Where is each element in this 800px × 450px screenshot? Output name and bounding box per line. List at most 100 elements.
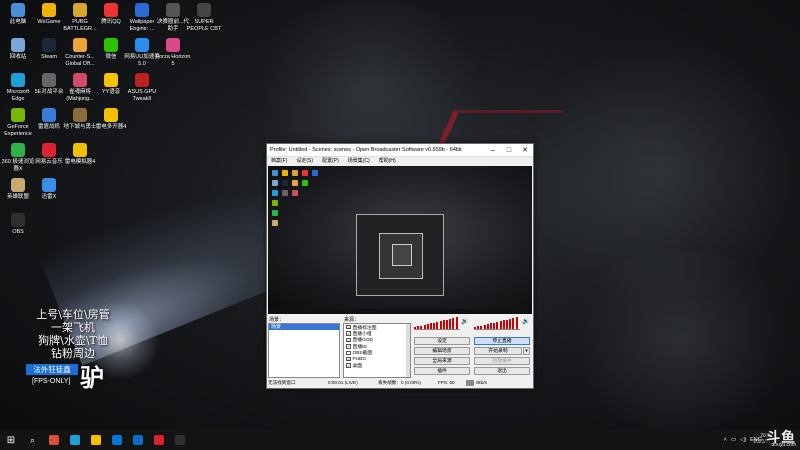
taskbar-app[interactable]	[64, 430, 85, 450]
start-button[interactable]: ⊞	[0, 435, 22, 446]
plugins-button[interactable]: 插件	[414, 367, 470, 375]
360-browser-icon	[11, 143, 25, 157]
yy-voice-icon	[104, 73, 118, 87]
preview-desktop-icon	[282, 170, 288, 176]
wechat-icon	[104, 38, 118, 52]
desktop-shortcut-label: 此电脑	[9, 19, 27, 25]
desktop-volume-slider[interactable]	[414, 329, 460, 330]
desktop-shortcut-label: 地下城与勇士	[63, 124, 97, 130]
obs-window[interactable]: Profile: Untitled - Scenes: scenes - Ope…	[266, 143, 534, 389]
mic-speaker-icon[interactable]: 🔊	[522, 318, 529, 325]
exit-button[interactable]: 退出	[474, 367, 530, 375]
preview-nested-window	[392, 244, 412, 266]
wallpaper-smoke	[560, 250, 800, 430]
source-checkbox[interactable]: ✓	[346, 363, 351, 368]
desktop-shortcut-label: 雷电多开器4	[95, 124, 127, 130]
mahjong-icon	[73, 73, 87, 87]
sources-list[interactable]: ✓ 直播标注图 ✓ 直播小组 ✓ 直播GOD ✓ 直播ID OBS截图 ✓ PUBG ✓ 桌面	[343, 323, 411, 378]
desktop-shortcut[interactable]: 迅雷X	[31, 178, 67, 201]
overlay-glyph: 驴	[80, 365, 104, 392]
desktop-shortcut-label: 雷霆战机	[37, 124, 60, 130]
preview-desktop-icon	[272, 210, 278, 216]
preview-desktop-icon	[272, 200, 278, 206]
meter-segment	[420, 325, 423, 329]
desktop-shortcut-label: YY语音	[101, 89, 121, 95]
source-checkbox[interactable]: ✓	[346, 324, 351, 330]
desktop-shortcut[interactable]: 雷电模拟器4	[62, 143, 98, 166]
network-icon[interactable]: ▭	[731, 437, 736, 443]
qq-icon	[104, 3, 118, 17]
global-sources-button[interactable]: 全局来源	[414, 357, 470, 365]
start-record-button[interactable]: 开始录制	[474, 347, 522, 355]
desktop-shortcut-label: OBS	[12, 229, 24, 235]
preview-desktop-icon	[302, 170, 308, 176]
wegame-icon	[42, 3, 56, 17]
menu-file[interactable]: 档案(F)	[271, 157, 287, 166]
desktop-shortcut-label: 微信	[105, 54, 117, 60]
meter-segment	[480, 325, 483, 329]
menu-scene-collection[interactable]: 场景集(C)	[348, 157, 370, 166]
menu-profile[interactable]: 配置(P)	[322, 157, 339, 166]
meter-segment	[499, 321, 502, 329]
preview-taskbar	[268, 309, 532, 314]
edit-scene-button[interactable]: 编辑场景	[414, 347, 470, 355]
source-checkbox[interactable]	[346, 350, 351, 355]
settings-button[interactable]: 设定	[414, 337, 470, 345]
meter-segment	[493, 322, 496, 329]
sources-scrollbar[interactable]	[406, 324, 410, 377]
obs-titlebar[interactable]: Profile: Untitled - Scenes: scenes - Ope…	[267, 144, 533, 157]
desktop-shortcut[interactable]: OBS	[0, 213, 36, 236]
desktop-shortcut-label: 360 极速浏览器X	[1, 159, 35, 172]
minimize-button[interactable]: –	[485, 144, 501, 157]
menu-help[interactable]: 帮助(H)	[379, 157, 396, 166]
meter-segment	[439, 321, 442, 329]
desktop-shortcut[interactable]: Forza Horizon 5	[155, 38, 191, 67]
desktop-shortcut-label: 雀魂麻将 (Mahjong...	[66, 89, 94, 102]
desktop-shortcut-label: SUPER PEOPLE CBT	[186, 19, 222, 32]
stop-stream-button[interactable]: 停止直播	[474, 337, 530, 345]
computer-icon	[11, 3, 25, 17]
record-options-dropdown[interactable]: ▾	[523, 347, 530, 355]
desktop-speaker-icon[interactable]: 🔊	[461, 318, 468, 325]
xunlei-icon	[42, 178, 56, 192]
preview-desktop-icon	[282, 190, 288, 196]
tray-chevron-icon[interactable]: ˄	[724, 437, 727, 443]
scene-item[interactable]: 场景	[269, 324, 339, 330]
scenes-list[interactable]: 场景	[268, 323, 340, 378]
obs-preview[interactable]	[268, 166, 532, 314]
taskbar-app[interactable]	[148, 430, 169, 450]
menu-settings[interactable]: 设定(S)	[296, 157, 313, 166]
desktop-shortcut[interactable]: 雷电多开器4	[93, 108, 129, 131]
close-button[interactable]: ✕	[517, 144, 533, 157]
taskbar-app[interactable]	[169, 430, 190, 450]
preview-desktop-icon	[282, 180, 288, 186]
source-checkbox[interactable]: ✓	[346, 331, 351, 336]
taskbar-app[interactable]	[106, 430, 127, 450]
obs-control-area: 场景： 来源： 场景 ✓ 直播标注图 ✓ 直播小组 ✓ 直播GOD ✓ 直播ID OBS截图 ✓ P…	[268, 316, 532, 378]
meter-segment	[477, 326, 480, 329]
meter-segment	[515, 317, 518, 329]
source-checkbox[interactable]: ✓	[346, 356, 351, 362]
taskbar-app[interactable]	[43, 430, 64, 450]
source-item[interactable]: ✓ 桌面	[344, 362, 410, 369]
steam-icon	[42, 38, 56, 52]
desktop-shortcut[interactable]: ASUS GPU TweakII	[124, 73, 160, 102]
meter-segment	[455, 317, 458, 329]
source-checkbox[interactable]: ✓	[346, 344, 351, 349]
source-checkbox[interactable]: ✓	[346, 337, 351, 343]
maximize-button[interactable]: □	[501, 144, 517, 157]
meter-segment	[486, 324, 489, 329]
desktop-shortcut[interactable]: SUPER PEOPLE CBT	[186, 3, 222, 32]
volume-icon[interactable]: ◁)	[740, 437, 746, 443]
meter-segment	[442, 320, 445, 329]
replay-buffer-button[interactable]: 回放缓冲	[474, 357, 530, 365]
taskbar-app[interactable]	[85, 430, 106, 450]
desktop-shortcut-label: 腾讯QQ	[101, 19, 121, 25]
taskbar-app[interactable]	[127, 430, 148, 450]
desktop-shortcut-label: ASUS GPU TweakII	[127, 89, 157, 102]
taskbar-app[interactable]: ⌕	[22, 430, 43, 450]
desktop-shortcut-label: Steam	[41, 54, 57, 60]
mic-volume-slider[interactable]	[474, 329, 520, 330]
obs-icon	[11, 213, 25, 227]
meter-segment	[430, 323, 432, 329]
